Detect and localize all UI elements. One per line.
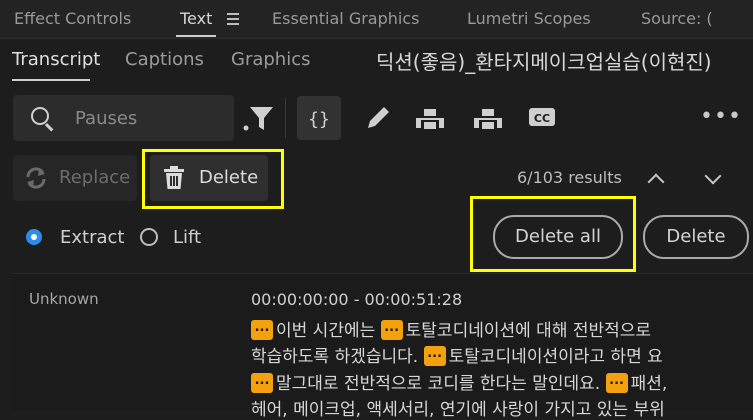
highlight-box-delete (142, 149, 284, 209)
radio-dot (31, 234, 37, 240)
transcript-text[interactable]: 패션, (631, 374, 668, 394)
replace-button[interactable]: Replace (13, 155, 137, 201)
transcript-text[interactable]: 헤어, 메이크업, 액세서리, 연기에 사랑이 가지고 있는 부위 (251, 400, 665, 420)
transcript-line: ... 이번 시간에는 ... 토탈코디네이션에 대해 전반적으로 (251, 316, 651, 341)
panel-tab-bar: Effect Controls Text Essential Graphics … (0, 0, 753, 39)
delete-pill-button[interactable]: Delete (643, 215, 749, 259)
transcript-line: 헤어, 메이크업, 액세서리, 연기에 사랑이 가지고 있는 부위 (251, 395, 665, 420)
split-icon (416, 109, 444, 129)
extract-radio[interactable] (26, 229, 42, 245)
subtab-captions[interactable]: Captions (125, 49, 204, 70)
tab-text[interactable]: Text (180, 9, 212, 28)
search-icon (31, 107, 49, 125)
tab-source[interactable]: Source: ( (641, 9, 713, 28)
subtab-indicator (12, 79, 90, 81)
subtab-transcript[interactable]: Transcript (12, 49, 100, 70)
active-tab-indicator (176, 35, 216, 37)
transcript-line: 학습하도록 하겠습니다. ... 토탈코디네이션이라고 하면 요 (251, 342, 663, 367)
transcript-text[interactable]: 이번 시간에는 (276, 321, 375, 341)
pause-marker-tool[interactable]: {} (297, 96, 341, 140)
pause-marker[interactable]: ... (423, 346, 446, 366)
extract-label: Extract (60, 227, 125, 248)
transcript-text[interactable]: 토탈코디네이션이라고 하면 요 (449, 347, 663, 367)
highlight-box-delete-all (470, 196, 636, 272)
split-segment-tool[interactable] (408, 96, 452, 140)
pause-marker[interactable]: ... (251, 373, 273, 393)
brackets-icon: {} (308, 109, 330, 130)
transcript-line: ... 말그대로 전반적으로 코디를 한다는 말인데요. ... 패션, (251, 369, 667, 394)
transcript-text[interactable]: 학습하도록 하겠습니다. (251, 347, 418, 367)
tab-essential-graphics[interactable]: Essential Graphics (272, 9, 419, 28)
tab-effect-controls[interactable]: Effect Controls (14, 9, 131, 28)
merge-icon (474, 109, 502, 129)
svg-text:{}: {} (308, 109, 330, 130)
transcript-text[interactable]: 토탈코디네이션에 대해 전반적으로 (406, 321, 651, 341)
cc-icon: CC (529, 108, 555, 126)
search-input[interactable] (73, 101, 227, 135)
chevron-up-icon[interactable] (647, 173, 665, 191)
refresh-icon (26, 167, 46, 189)
pause-marker[interactable]: ... (380, 320, 403, 340)
results-count: 6/103 results (517, 168, 622, 187)
filter-icon[interactable] (243, 102, 275, 134)
captions-tool[interactable]: CC (520, 96, 564, 140)
segment-timecode: 00:00:00:00 - 00:00:51:28 (251, 290, 463, 309)
replace-label: Replace (59, 167, 131, 188)
pause-marker[interactable]: ... (251, 320, 273, 340)
edit-tool[interactable] (356, 96, 400, 140)
merge-segment-tool[interactable] (466, 96, 510, 140)
sequence-title: 딕션(좋음)_환타지메이크업실습(이현진) (376, 50, 712, 74)
chevron-down-icon[interactable] (704, 167, 722, 185)
pause-marker[interactable]: ... (605, 373, 628, 393)
svg-text:CC: CC (534, 112, 550, 125)
transcript-text[interactable]: 말그대로 전반적으로 코디를 한다는 말인데요. (276, 374, 600, 394)
more-options-icon[interactable]: ••• (700, 104, 742, 129)
pencil-icon (368, 107, 389, 128)
panel-menu-icon[interactable] (227, 13, 239, 28)
tab-lumetri-scopes[interactable]: Lumetri Scopes (467, 9, 591, 28)
speaker-label[interactable]: Unknown (29, 290, 99, 308)
subtab-graphics[interactable]: Graphics (231, 49, 311, 70)
lift-radio[interactable] (140, 228, 158, 246)
search-box (13, 95, 234, 141)
toolbar-divider (285, 98, 286, 138)
lift-label: Lift (173, 227, 202, 248)
